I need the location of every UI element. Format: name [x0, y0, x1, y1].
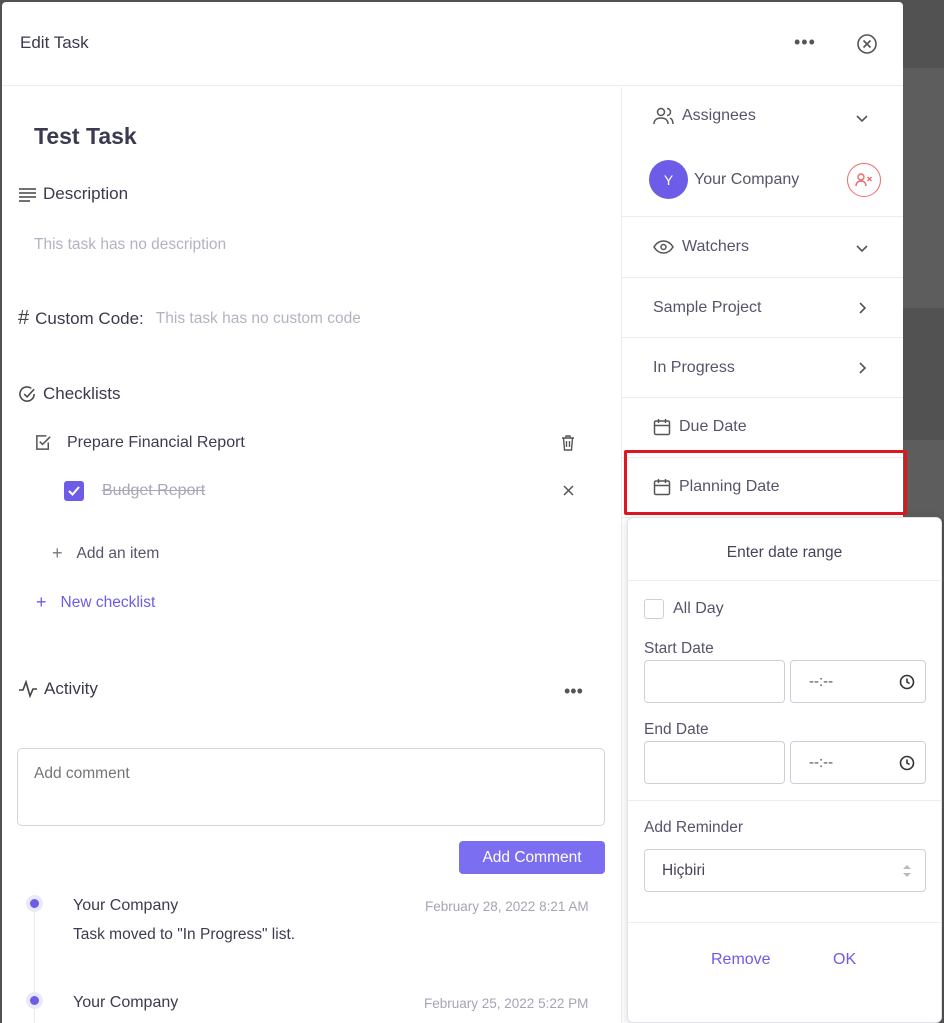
ok-button[interactable]: OK [833, 951, 856, 969]
plus-icon: + [52, 543, 63, 563]
reminder-select[interactable]: Hiçbiri [644, 849, 926, 892]
task-title[interactable]: Test Task [34, 123, 137, 150]
add-comment-button[interactable]: Add Comment [459, 841, 605, 874]
calendar-icon [653, 419, 671, 436]
reminder-value: Hiçbiri [662, 861, 706, 879]
status-label: In Progress [653, 359, 735, 376]
chevron-down-icon[interactable] [854, 240, 870, 256]
watchers-toggle[interactable]: Watchers [653, 238, 749, 256]
start-time-input[interactable]: --:-- [790, 660, 926, 703]
assignee-name: Your Company [694, 171, 800, 188]
remove-button[interactable]: Remove [711, 951, 771, 969]
backdrop-panel [903, 440, 944, 520]
description-empty-text[interactable]: This task has no description [34, 236, 226, 254]
watchers-label: Watchers [682, 238, 749, 255]
activity-time: February 25, 2022 5:22 PM [424, 996, 589, 1011]
custom-code-heading: # Custom Code: This task has no custom c… [18, 307, 361, 330]
divider [628, 800, 941, 801]
popup-title: Enter date range [628, 518, 941, 581]
status-row[interactable]: In Progress [622, 339, 903, 398]
task-main-panel: Test Task Description This task has no d… [2, 87, 620, 1023]
remove-assignee-button[interactable] [847, 163, 881, 197]
custom-code-label: Custom Code: [35, 308, 144, 328]
end-time-input[interactable]: --:-- [790, 741, 926, 784]
project-label: Sample Project [653, 299, 762, 316]
checklist-name[interactable]: Prepare Financial Report [67, 434, 245, 452]
add-item-button[interactable]: + Add an item [52, 543, 159, 564]
description-heading: Description [18, 184, 128, 204]
clock-icon[interactable] [899, 674, 915, 690]
checklist-header: Prepare Financial Report [34, 433, 245, 452]
activity-text: Task moved to "In Progress" list. [73, 926, 296, 943]
assignees-label: Assignees [682, 107, 756, 124]
all-day-label: All Day [673, 600, 724, 617]
reminder-label: Add Reminder [644, 819, 744, 836]
modal-header: Edit Task ••• [2, 2, 903, 86]
timeline-dot [26, 895, 43, 912]
chevron-down-icon[interactable] [854, 110, 870, 126]
checklists-heading-label: Checklists [43, 384, 121, 403]
users-icon [653, 107, 674, 125]
start-date-input[interactable] [644, 660, 785, 703]
trash-icon[interactable] [561, 434, 575, 451]
due-date-toggle[interactable]: Due Date [653, 418, 747, 436]
chevron-right-icon[interactable] [854, 360, 870, 376]
hash-icon: # [18, 307, 30, 329]
more-options-icon[interactable]: ••• [794, 32, 818, 52]
chevron-right-icon[interactable] [854, 300, 870, 316]
checkmark-icon [68, 486, 80, 496]
avatar: Y [649, 160, 688, 199]
select-arrows-icon [903, 865, 911, 877]
text-lines-icon [19, 188, 36, 202]
divider [628, 922, 941, 923]
checklists-heading: Checklists [18, 384, 120, 404]
activity-heading: Activity [18, 679, 98, 699]
backdrop-panel [903, 68, 944, 308]
date-range-popup: Enter date range All Day Start Date --:-… [627, 517, 942, 1023]
checklist-icon [36, 435, 51, 450]
activity-heading-label: Activity [44, 679, 98, 698]
end-date-input[interactable] [644, 741, 785, 784]
check-circle-icon [19, 385, 35, 402]
project-row[interactable]: Sample Project [622, 279, 903, 338]
start-time-placeholder: --:-- [809, 673, 834, 690]
comment-input[interactable] [17, 748, 605, 826]
assignees-toggle[interactable]: Assignees [653, 107, 756, 125]
assignees-section: Assignees Y Your Company [622, 87, 903, 217]
plus-icon: + [36, 592, 47, 612]
watchers-row[interactable]: Watchers [622, 218, 903, 278]
end-time-placeholder: --:-- [809, 754, 834, 771]
clock-icon[interactable] [899, 755, 915, 771]
checklist-item-label[interactable]: Budget Report [102, 482, 205, 500]
remove-item-icon[interactable] [563, 485, 574, 496]
activity-time: February 28, 2022 8:21 AM [425, 899, 589, 914]
checklist-item-checkbox[interactable] [64, 481, 84, 501]
new-checklist-label: New checklist [60, 593, 156, 611]
all-day-checkbox[interactable] [644, 599, 664, 619]
activity-user: Your Company [73, 994, 179, 1011]
user-remove-icon [855, 173, 872, 187]
due-date-label: Due Date [679, 418, 747, 435]
start-date-label: Start Date [644, 640, 714, 657]
new-checklist-button[interactable]: + New checklist [36, 592, 155, 613]
modal-title: Edit Task [20, 33, 89, 52]
timeline-dot [26, 992, 43, 1009]
all-day-option[interactable]: All Day [644, 599, 724, 619]
activity-user: Your Company [73, 897, 179, 914]
description-heading-label: Description [43, 184, 129, 203]
planning-date-highlight [624, 450, 907, 515]
checklist-item: Budget Report [64, 481, 205, 501]
close-icon[interactable] [855, 32, 879, 56]
eye-icon [653, 240, 674, 254]
activity-icon [19, 680, 37, 698]
activity-more-icon[interactable]: ••• [564, 681, 583, 702]
end-date-label: End Date [644, 721, 709, 738]
custom-code-empty-text[interactable]: This task has no custom code [156, 310, 361, 328]
add-item-label: Add an item [76, 544, 160, 562]
